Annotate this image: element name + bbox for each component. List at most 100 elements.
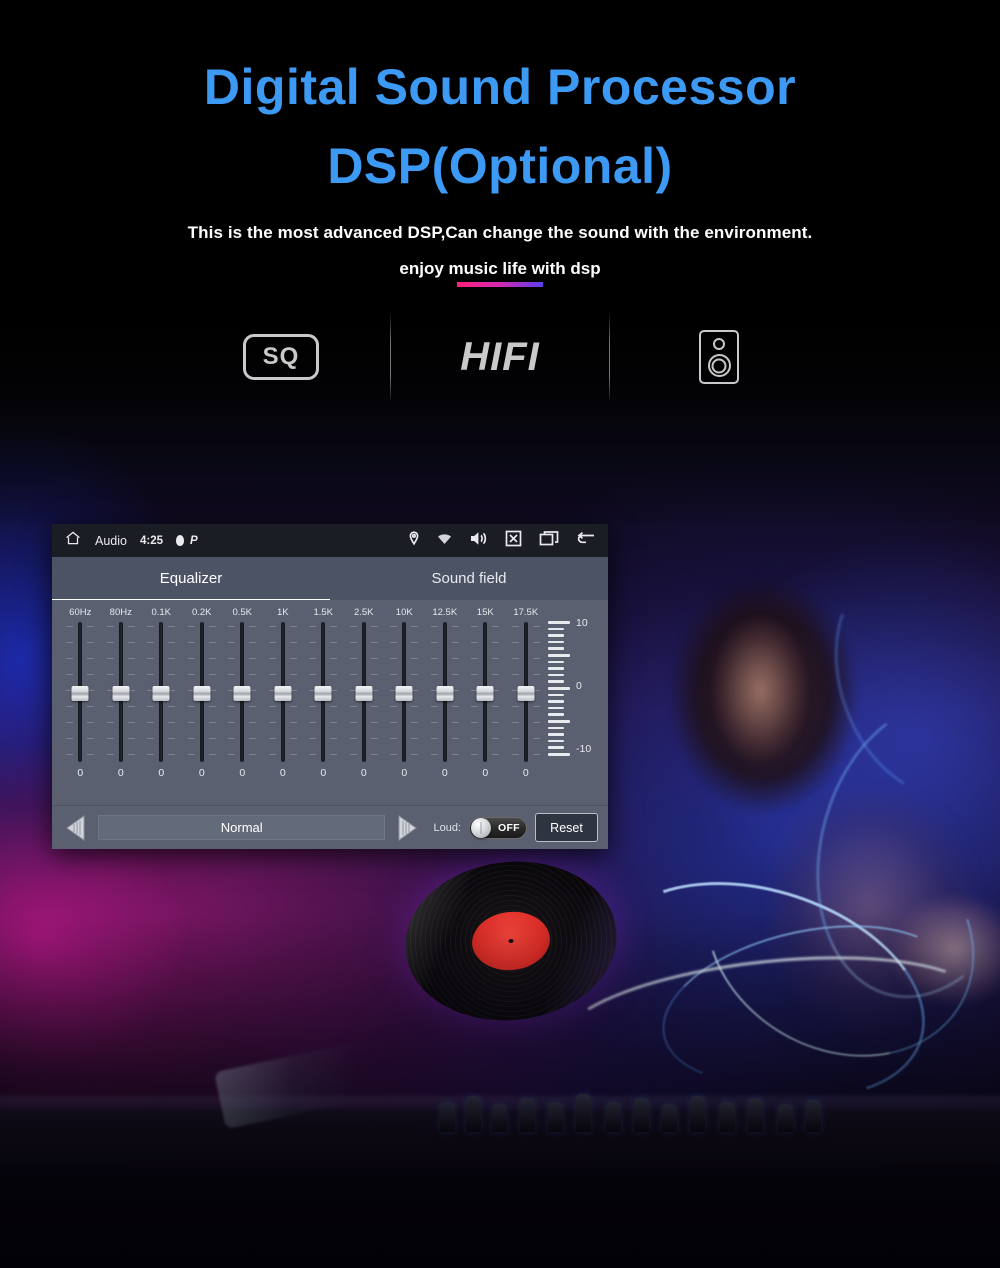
prev-arrow-icon[interactable]: [62, 813, 90, 843]
band-label: 10K: [395, 607, 413, 618]
band-value: 0: [482, 767, 489, 779]
sq-badge-icon: SQ: [243, 334, 319, 380]
slider-thumb[interactable]: [152, 686, 170, 701]
scale-tick: [548, 673, 564, 677]
band-slider[interactable]: [144, 622, 178, 762]
band-slider[interactable]: [428, 622, 462, 762]
band-value: 0: [360, 767, 367, 779]
band-slider[interactable]: [104, 622, 138, 762]
band-label: 60Hz: [69, 607, 92, 618]
scale-tick: [548, 634, 564, 637]
slider-thumb[interactable]: [476, 686, 494, 701]
band-value: 0: [279, 767, 286, 779]
scale-tick: [548, 667, 564, 670]
scale-tick: [548, 654, 570, 657]
tab-equalizer[interactable]: Equalizer: [52, 557, 330, 602]
boxed-x-icon[interactable]: [505, 530, 522, 552]
band-value: 0: [239, 767, 246, 779]
scale-tick: [548, 621, 570, 624]
band-slider[interactable]: [266, 622, 300, 762]
band-label: 15K: [476, 607, 494, 618]
slider-thumb[interactable]: [112, 686, 130, 701]
band-slider[interactable]: [225, 622, 259, 762]
recents-icon[interactable]: [539, 530, 559, 552]
loudness-toggle[interactable]: OFF: [469, 816, 527, 839]
band-slider[interactable]: [63, 622, 97, 762]
equalizer-band: 60Hz 0: [60, 607, 101, 805]
back-arrow-icon[interactable]: [576, 531, 596, 551]
status-bar: Audio 4:25 P: [52, 524, 608, 557]
band-value: 0: [77, 767, 84, 779]
scale-tick: [548, 739, 564, 743]
hero-subtitle-line1: This is the most advanced DSP,Can change…: [187, 223, 813, 242]
loudness-state-label: OFF: [498, 821, 520, 834]
slider-thumb[interactable]: [355, 686, 373, 701]
feature-sq: SQ: [172, 305, 390, 409]
slider-thumb[interactable]: [274, 686, 292, 701]
equalizer-controls: Normal Loud: OFF Reset: [52, 805, 608, 849]
scale-tick: [548, 733, 564, 736]
parking-icon: P: [190, 534, 198, 547]
feature-icon-row: SQ HIFI: [0, 305, 1000, 409]
dsp-device-screen: Audio 4:25 P Equalizer Sound field 60Hz …: [52, 524, 608, 849]
status-bar-left: Audio 4:25 P: [64, 529, 198, 552]
equalizer-band: 1.5K 0: [303, 607, 344, 805]
promo-page: Digital Sound Processor DSP(Optional) Th…: [0, 0, 1000, 1268]
next-arrow-icon[interactable]: [393, 813, 421, 843]
tab-bar: Equalizer Sound field: [52, 557, 608, 602]
equalizer-scale: 10 0 -10: [548, 607, 600, 805]
subtitle-underline: [456, 282, 543, 287]
hero-headings: Digital Sound Processor DSP(Optional) Th…: [0, 0, 1000, 287]
speaker-tweeter-icon: [713, 338, 725, 350]
page-title-line2: DSP(Optional): [327, 138, 673, 194]
slider-thumb[interactable]: [193, 686, 211, 701]
band-value: 0: [158, 767, 165, 779]
slider-thumb[interactable]: [517, 686, 535, 701]
speaker-icon: [699, 330, 739, 384]
equalizer-band: 1K 0: [263, 607, 304, 805]
band-value: 0: [117, 767, 124, 779]
band-value: 0: [522, 767, 529, 779]
slider-thumb[interactable]: [436, 686, 454, 701]
scale-tick: [548, 700, 564, 703]
feature-speaker: [610, 305, 828, 409]
equalizer-band: 0.2K 0: [182, 607, 223, 805]
band-slider[interactable]: [509, 622, 543, 762]
band-label: 1K: [276, 607, 289, 618]
equalizer-band: 12.5K 0: [425, 607, 466, 805]
preset-value: Normal: [220, 820, 263, 835]
band-slider[interactable]: [387, 622, 421, 762]
volume-icon[interactable]: [469, 530, 488, 552]
hero-subtitle-line2: enjoy music life with dsp: [399, 259, 601, 278]
slider-thumb[interactable]: [395, 686, 413, 701]
equalizer-band: 2.5K 0: [344, 607, 385, 805]
slider-thumb[interactable]: [314, 686, 332, 701]
band-slider[interactable]: [306, 622, 340, 762]
scale-tick: [548, 647, 564, 650]
scale-tick: [548, 746, 564, 749]
status-bar-right: [408, 530, 596, 552]
reset-button[interactable]: Reset: [535, 813, 598, 842]
tab-sound-field[interactable]: Sound field: [330, 557, 608, 600]
home-icon[interactable]: [64, 529, 82, 552]
scale-tick: [548, 693, 564, 697]
slider-thumb[interactable]: [233, 686, 251, 701]
preset-field[interactable]: Normal: [98, 815, 386, 840]
band-value: 0: [401, 767, 408, 779]
band-label: 2.5K: [353, 607, 374, 618]
equalizer-band: 0.1K 0: [141, 607, 182, 805]
scale-tick: [548, 640, 564, 644]
band-slider[interactable]: [185, 622, 219, 762]
band-label: 17.5K: [513, 607, 539, 618]
status-bar-app-name: Audio: [95, 533, 127, 548]
band-slider[interactable]: [468, 622, 502, 762]
band-slider[interactable]: [347, 622, 381, 762]
loud-label: Loud:: [433, 821, 461, 834]
band-label: 12.5K: [432, 607, 458, 618]
equalizer-band: 17.5K 0: [506, 607, 547, 805]
scale-tick: [548, 687, 570, 690]
slider-thumb[interactable]: [71, 686, 89, 701]
shield-icon: [176, 535, 185, 546]
reset-button-label: Reset: [550, 820, 583, 835]
scale-tick: [548, 660, 564, 664]
